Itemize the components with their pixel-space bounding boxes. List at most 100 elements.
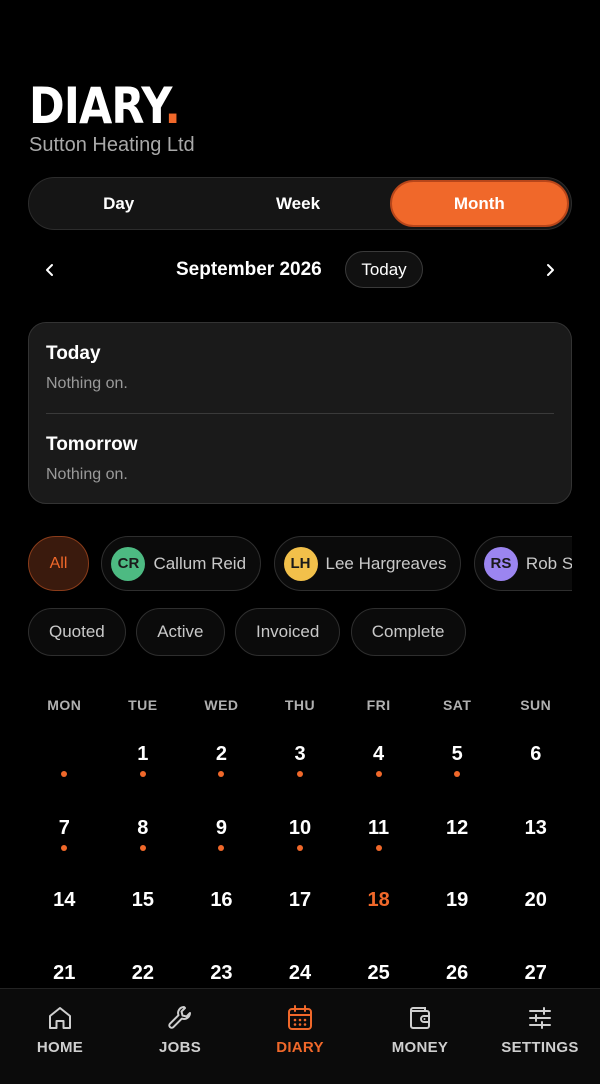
next-month-button[interactable]: [536, 256, 564, 284]
calendar-day: [25, 720, 104, 793]
day-number: 22: [131, 961, 154, 984]
event-dot: [454, 771, 461, 777]
staff-all-chip[interactable]: All: [28, 536, 89, 591]
weekday-label: TUE: [128, 697, 158, 713]
chevron-right-icon: [547, 264, 554, 276]
summary-label: Tomorrow: [46, 434, 138, 455]
status-invoiced-chip[interactable]: Invoiced: [234, 608, 341, 656]
day-number: 24: [288, 961, 312, 984]
tab-label: JOBS: [158, 1039, 202, 1056]
weekday-label: SUN: [520, 697, 552, 713]
calendar-day[interactable]: 18: [339, 865, 418, 938]
status-complete-chip[interactable]: Complete: [350, 608, 466, 656]
calendar-day[interactable]: 2: [182, 720, 261, 793]
day-number: 25: [367, 961, 390, 984]
day-number: 16: [210, 889, 233, 911]
weekday-label: WED: [204, 697, 239, 713]
day-number: 5: [451, 743, 463, 765]
tab-jobs[interactable]: JOBS: [120, 989, 240, 1084]
staff-name: Callum Reid: [153, 553, 247, 573]
calendar-day[interactable]: 10: [261, 793, 340, 866]
staff-name: Lee Hargreaves: [325, 553, 447, 573]
day-number: 21: [53, 961, 76, 984]
day-number: 6: [530, 743, 542, 765]
calendar-day[interactable]: 15: [104, 865, 183, 938]
staff-filter: All CR Callum Reid LH Lee Hargreaves RS …: [28, 536, 572, 592]
day-number: 12: [446, 816, 469, 839]
calendar-day[interactable]: 1: [104, 720, 183, 793]
tab-diary[interactable]: DIARY: [240, 989, 360, 1084]
calendar-day[interactable]: 4: [339, 720, 418, 793]
upcoming-summary-card: Today Nothing on. Tomorrow Nothing on.: [28, 322, 572, 504]
calendar-day[interactable]: 3: [261, 720, 340, 793]
view-toggle: Day Week Month: [28, 177, 572, 230]
avatar: CR: [111, 546, 146, 581]
view-month-button[interactable]: Month: [389, 180, 569, 227]
view-day-button[interactable]: Day: [31, 180, 206, 227]
day-number: 3: [294, 743, 306, 765]
tab-settings[interactable]: SETTINGS: [480, 989, 600, 1084]
day-number: 19: [446, 889, 469, 911]
calendar-day[interactable]: 13: [496, 793, 575, 866]
calendar-day[interactable]: 11: [339, 793, 418, 866]
event-dot: [139, 844, 146, 851]
calendar-day[interactable]: 17: [261, 865, 340, 938]
event-dot: [139, 771, 146, 777]
calendar-day[interactable]: 5: [418, 720, 497, 793]
calendar-day[interactable]: 7: [25, 793, 104, 866]
bottom-tab-bar: HOME JOBS DIARY MONEY SETTINGS: [0, 988, 600, 1084]
tab-label: DIARY: [276, 1039, 324, 1056]
previous-month-button[interactable]: [36, 256, 64, 284]
staff-chip-callum-reid[interactable]: CR Callum Reid: [101, 536, 262, 591]
weekday-label: SAT: [442, 697, 472, 713]
staff-chip-lee-hargreaves[interactable]: LH Lee Hargreaves: [273, 536, 462, 591]
calendar-day[interactable]: 12: [418, 793, 497, 866]
wrench-icon: [168, 1006, 191, 1029]
calendar-day[interactable]: 19: [418, 865, 497, 938]
calendar-day[interactable]: 20: [496, 865, 575, 938]
day-number: 17: [288, 889, 312, 911]
calendar-day[interactable]: 9: [182, 793, 261, 866]
today-button[interactable]: Today: [345, 251, 423, 288]
status-quoted-chip[interactable]: Quoted: [28, 608, 126, 656]
summary-label: Today: [46, 343, 101, 364]
summary-text: Nothing on.: [46, 375, 128, 392]
event-dot: [218, 771, 225, 777]
event-dot: [297, 771, 304, 777]
event-dot: [297, 844, 304, 851]
calendar-day[interactable]: 6: [496, 720, 575, 793]
day-number: 1: [137, 743, 149, 765]
day-number: 20: [524, 889, 547, 911]
tab-label: HOME: [36, 1039, 84, 1056]
chevron-left-icon: [46, 264, 53, 276]
page-title: DIARY.: [29, 77, 181, 135]
event-dot: [375, 771, 382, 777]
calendar-day[interactable]: 16: [182, 865, 261, 938]
event-dot: [61, 771, 68, 777]
day-number: 7: [58, 816, 70, 839]
day-number: 27: [524, 961, 547, 984]
day-number: 13: [524, 816, 547, 839]
day-number: 26: [446, 961, 469, 984]
wallet-icon: [410, 1007, 430, 1029]
tab-label: MONEY: [391, 1039, 449, 1056]
event-dot: [61, 844, 68, 851]
month-navigator: September 2026 Today: [28, 250, 572, 290]
day-number: 9: [215, 816, 227, 839]
tab-home[interactable]: HOME: [0, 989, 120, 1084]
day-number: 18: [367, 889, 390, 911]
view-week-button[interactable]: Week: [210, 180, 385, 227]
staff-chip-rob[interactable]: RS Rob Su: [473, 536, 572, 591]
tab-money[interactable]: MONEY: [360, 989, 480, 1084]
weekday-label: MON: [47, 697, 82, 713]
day-number: 23: [210, 961, 233, 984]
calendar-day[interactable]: 14: [25, 865, 104, 938]
day-number: 10: [288, 816, 312, 839]
weekday-label: THU: [284, 697, 316, 713]
calendar-day[interactable]: 8: [104, 793, 183, 866]
avatar: RS: [483, 546, 518, 581]
status-active-chip[interactable]: Active: [136, 608, 225, 656]
month-calendar: MON TUE WED THU FRI SAT SUN 1 2 3 4 5 6 7 8 9 10 1…: [25, 690, 575, 1010]
calendar-week-row: 7 8 9 10 11 12 13: [25, 793, 575, 866]
month-title: September 2026: [176, 259, 322, 280]
